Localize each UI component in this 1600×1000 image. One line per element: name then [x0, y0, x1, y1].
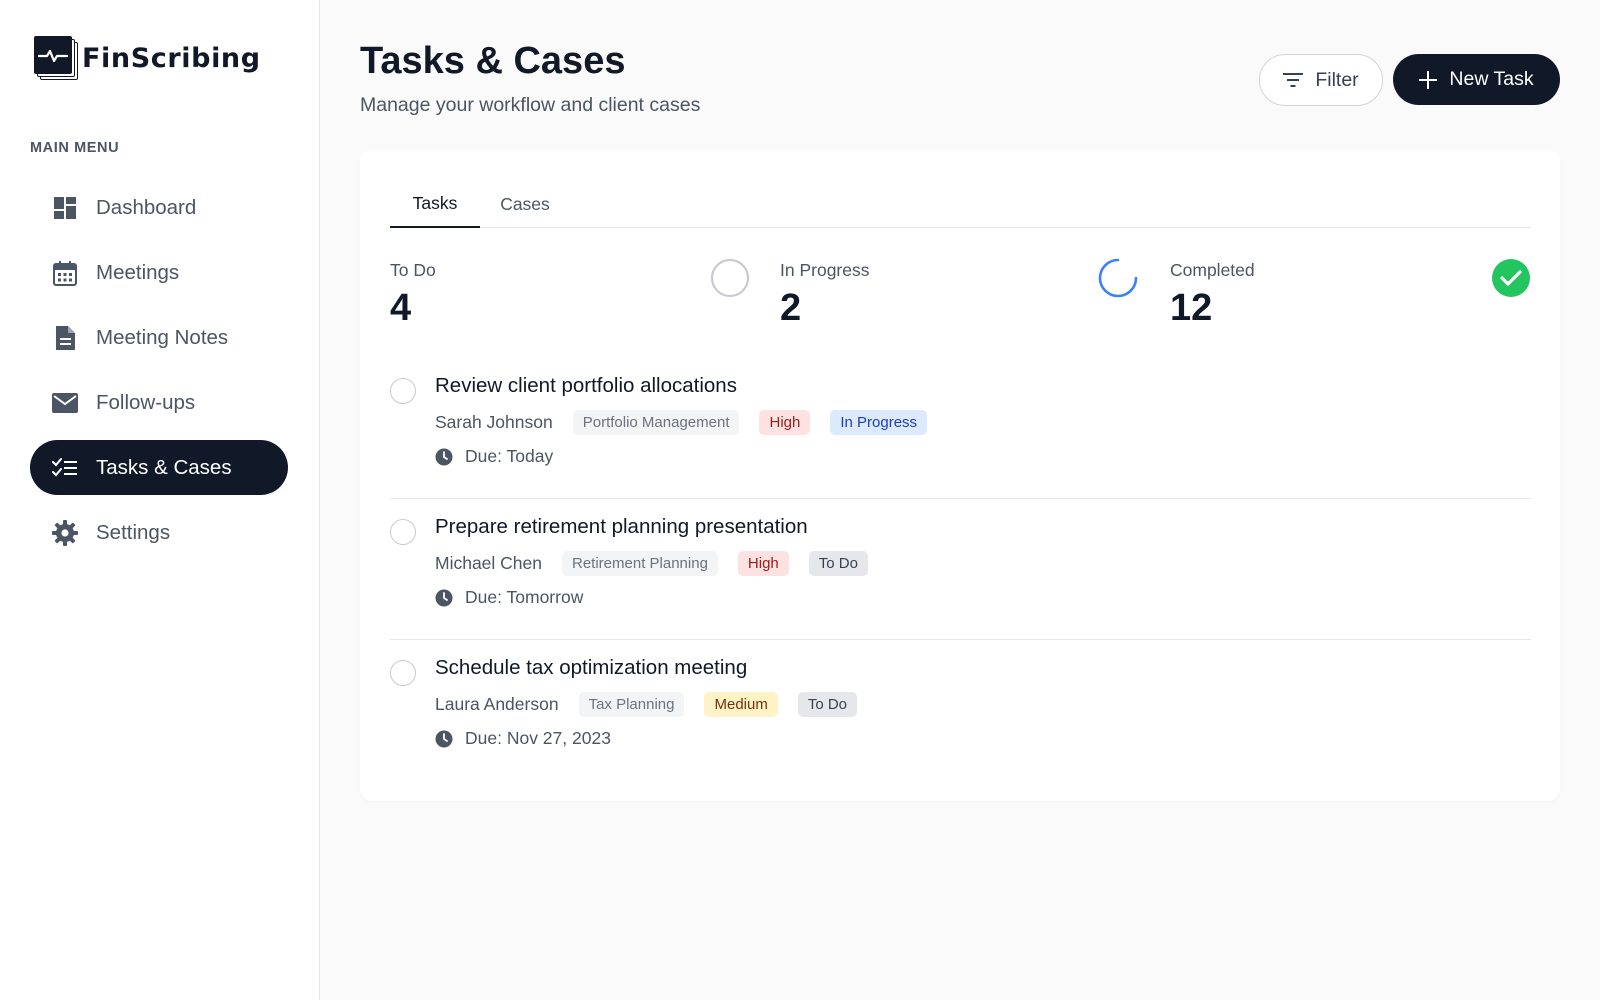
new-task-button[interactable]: New Task: [1393, 54, 1560, 105]
task-title: Schedule tax optimization meeting: [435, 656, 748, 679]
calendar-icon: [52, 260, 78, 286]
main-nav: Dashboard Meetings Meeting Notes Follow-…: [30, 180, 288, 570]
task-checkbox[interactable]: [390, 519, 416, 545]
sidebar-item-settings[interactable]: Settings: [30, 505, 288, 560]
category-tag: Portfolio Management: [572, 410, 740, 435]
sidebar-item-label: Meeting Notes: [96, 325, 229, 349]
page-subtitle: Manage your workflow and client cases: [360, 94, 701, 116]
mail-icon: [52, 390, 78, 416]
tab-cases[interactable]: Cases: [480, 180, 570, 228]
task-title: Prepare retirement planning presentation: [435, 515, 808, 538]
task-due: Due: Tomorrow: [435, 587, 583, 608]
sidebar-item-dashboard[interactable]: Dashboard: [30, 180, 288, 235]
dashboard-icon: [52, 195, 78, 221]
sidebar-item-label: Follow-ups: [96, 390, 196, 414]
task-checkbox[interactable]: [390, 660, 416, 686]
task-meta: Sarah Johnson Portfolio Management High …: [435, 410, 947, 435]
task-row[interactable]: Prepare retirement planning presentation…: [390, 499, 1531, 640]
main-content: Tasks & Cases Manage your workflow and c…: [320, 0, 1600, 1000]
task-client: Michael Chen: [435, 553, 542, 573]
sidebar: FinScribing MAIN MENU Dashboard Meetings…: [0, 0, 320, 1000]
stat-completed-label: Completed: [1170, 260, 1255, 280]
task-due-text: Due: Today: [465, 446, 554, 466]
status-badge: In Progress: [830, 410, 928, 435]
clock-icon: [435, 589, 453, 607]
page-title: Tasks & Cases: [360, 40, 626, 82]
filter-button[interactable]: Filter: [1259, 54, 1383, 106]
stat-todo-label: To Do: [390, 260, 436, 280]
sidebar-item-label: Meetings: [96, 260, 180, 284]
stat-todo-value: 4: [390, 287, 412, 329]
checklist-icon: [52, 455, 78, 481]
task-title: Review client portfolio allocations: [435, 374, 737, 397]
tab-tasks[interactable]: Tasks: [390, 180, 480, 228]
task-due: Due: Nov 27, 2023: [435, 728, 611, 749]
task-due: Due: Today: [435, 446, 553, 467]
task-due-text: Due: Tomorrow: [465, 587, 584, 607]
new-task-label: New Task: [1449, 68, 1534, 90]
document-icon: [52, 325, 78, 351]
task-client: Laura Anderson: [435, 694, 559, 714]
sidebar-item-label: Tasks & Cases: [96, 455, 232, 479]
stat-completed-value: 12: [1170, 287, 1213, 329]
stat-in-progress-value: 2: [780, 287, 802, 329]
stat-completed: Completed 12: [1170, 260, 1255, 330]
sidebar-item-label: Settings: [96, 520, 171, 544]
stat-in-progress-label: In Progress: [780, 260, 870, 280]
empty-circle-icon: [710, 258, 750, 303]
task-row[interactable]: Review client portfolio allocations Sara…: [390, 358, 1531, 499]
status-badge: To Do: [808, 551, 868, 576]
sidebar-item-tasks-cases[interactable]: Tasks & Cases: [30, 440, 288, 495]
stat-todo: To Do 4: [390, 260, 436, 330]
priority-badge: Medium: [704, 692, 778, 717]
spinner-icon: [1098, 258, 1138, 303]
sidebar-item-meetings[interactable]: Meetings: [30, 245, 288, 300]
task-client: Sarah Johnson: [435, 412, 553, 432]
check-circle-icon: [1491, 258, 1531, 303]
clock-icon: [435, 730, 453, 748]
filter-label: Filter: [1315, 68, 1359, 91]
gear-icon: [52, 519, 78, 546]
stat-in-progress: In Progress 2: [780, 260, 869, 330]
priority-badge: High: [737, 551, 789, 576]
clock-icon: [435, 448, 453, 466]
logo-icon: [34, 36, 78, 80]
brand-name: FinScribing: [82, 42, 261, 74]
tab-bar: Tasks Cases: [390, 180, 1531, 228]
task-row[interactable]: Schedule tax optimization meeting Laura …: [390, 640, 1531, 781]
sidebar-item-meeting-notes[interactable]: Meeting Notes: [30, 310, 288, 365]
category-tag: Retirement Planning: [562, 551, 718, 576]
task-meta: Michael Chen Retirement Planning High To…: [435, 551, 888, 576]
task-checkbox[interactable]: [390, 378, 416, 404]
plus-icon: [1419, 70, 1438, 89]
priority-badge: High: [759, 410, 811, 435]
tasks-card: Tasks Cases To Do 4 In Progress 2 Comple…: [360, 150, 1560, 801]
task-meta: Laura Anderson Tax Planning Medium To Do: [435, 692, 877, 717]
menu-heading: MAIN MENU: [30, 140, 120, 156]
task-due-text: Due: Nov 27, 2023: [465, 728, 611, 748]
filter-icon: [1283, 72, 1304, 88]
status-badge: To Do: [797, 692, 858, 717]
sidebar-item-label: Dashboard: [96, 195, 197, 219]
brand-logo[interactable]: FinScribing: [34, 36, 261, 80]
sidebar-item-follow-ups[interactable]: Follow-ups: [30, 375, 288, 430]
category-tag: Tax Planning: [578, 692, 685, 717]
